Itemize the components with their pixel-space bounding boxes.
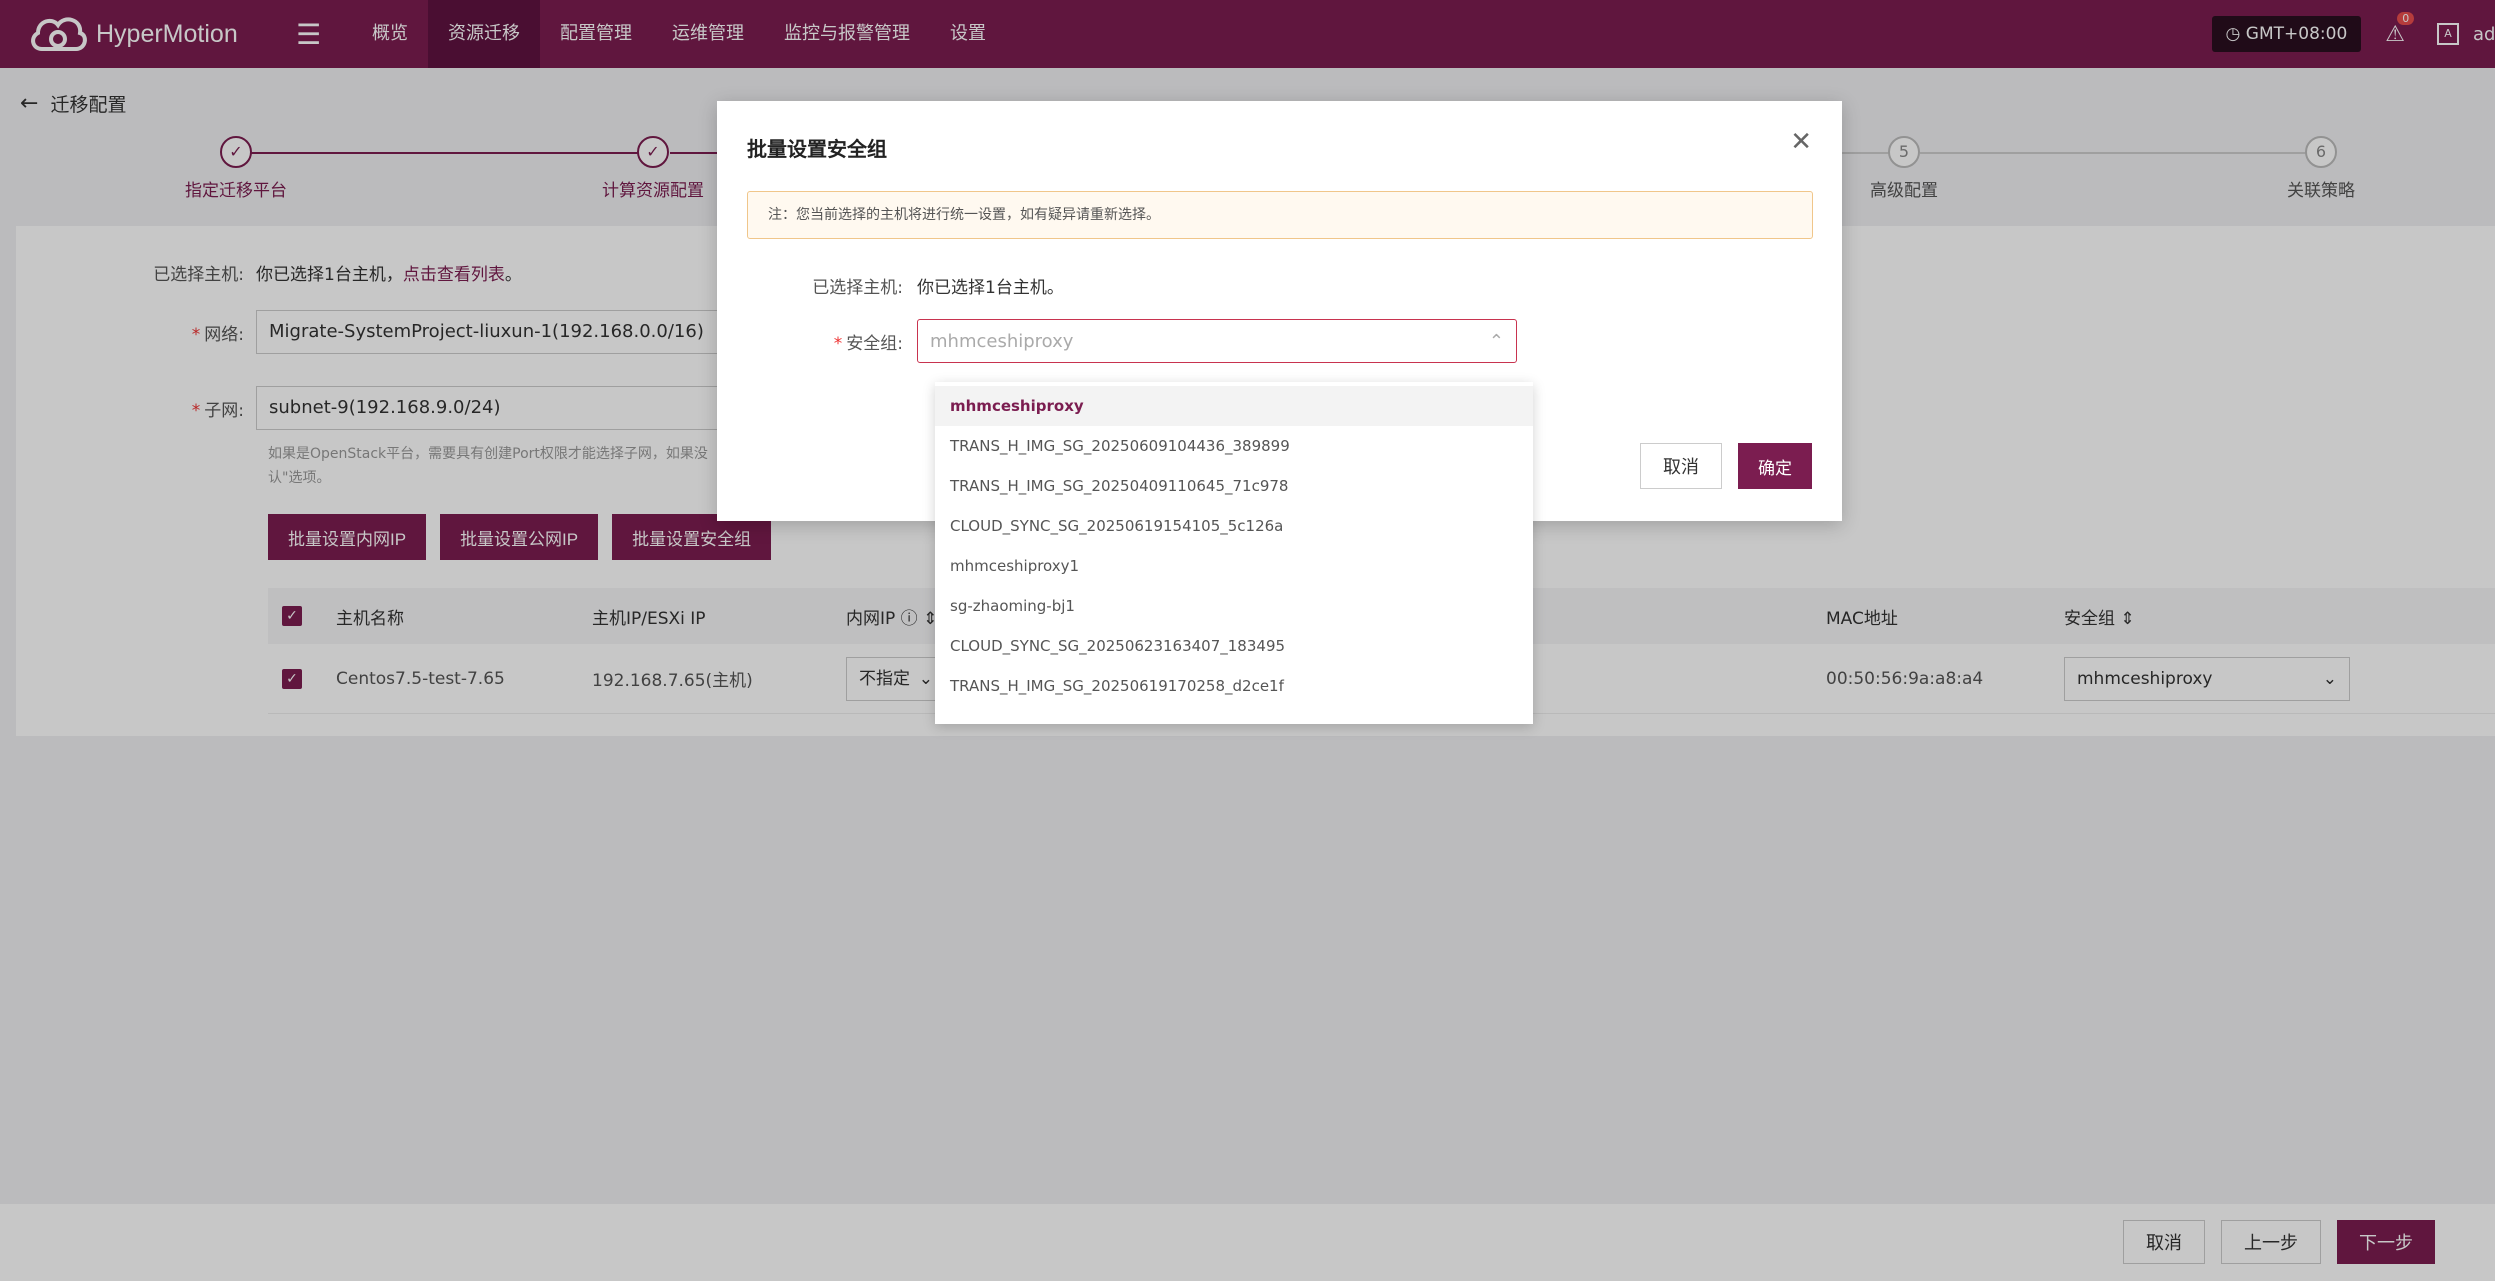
modal-title: 批量设置安全组 (747, 137, 887, 161)
dropdown-option[interactable]: mhmceshiproxy1 (935, 546, 1533, 586)
dropdown-option[interactable]: TRANS_H_IMG_SG_20250609104436_389899 (935, 426, 1533, 466)
modal-notice: 注：您当前选择的主机将进行统一设置，如有疑异请重新选择。 (747, 191, 1813, 239)
dropdown-option[interactable]: TRANS_H_IMG_SG_20250409110645_71c978 (935, 466, 1533, 506)
modal-sg-row: * 安全组: mhmceshiproxy ⌃ (717, 319, 1517, 363)
dropdown-option[interactable]: TRANS_H_IMG_SG_20250619170258_d2ce1f (935, 666, 1533, 706)
security-group-dropdown: mhmceshiproxy TRANS_H_IMG_SG_20250609104… (935, 382, 1533, 724)
modal-selected-label: 已选择主机: (812, 278, 903, 298)
modal-cancel-button[interactable]: 取消 (1640, 443, 1722, 489)
dropdown-option[interactable]: sg-zhaoming-bj1 (935, 586, 1533, 626)
modal-sg-label: 安全组: (846, 333, 903, 354)
modal-confirm-button[interactable]: 确定 (1738, 443, 1812, 489)
modal-selected-hosts-row: 已选择主机: 你已选择1台主机。 (717, 273, 1064, 298)
dropdown-option[interactable]: mhmceshiproxy (935, 386, 1533, 426)
dropdown-option[interactable]: CLOUD_SYNC_SG_20250623163407_183495 (935, 626, 1533, 666)
security-group-select[interactable]: mhmceshiproxy ⌃ (917, 319, 1517, 363)
security-group-placeholder: mhmceshiproxy (930, 330, 1074, 352)
close-icon[interactable]: ✕ (1790, 127, 1812, 157)
modal-selected-value: 你已选择1台主机。 (917, 278, 1064, 298)
chevron-up-icon: ⌃ (1488, 330, 1504, 352)
modal-buttons: 取消 确定 (1640, 443, 1812, 489)
dropdown-option[interactable]: CLOUD_SYNC_SG_20250619154105_5c126a (935, 506, 1533, 546)
